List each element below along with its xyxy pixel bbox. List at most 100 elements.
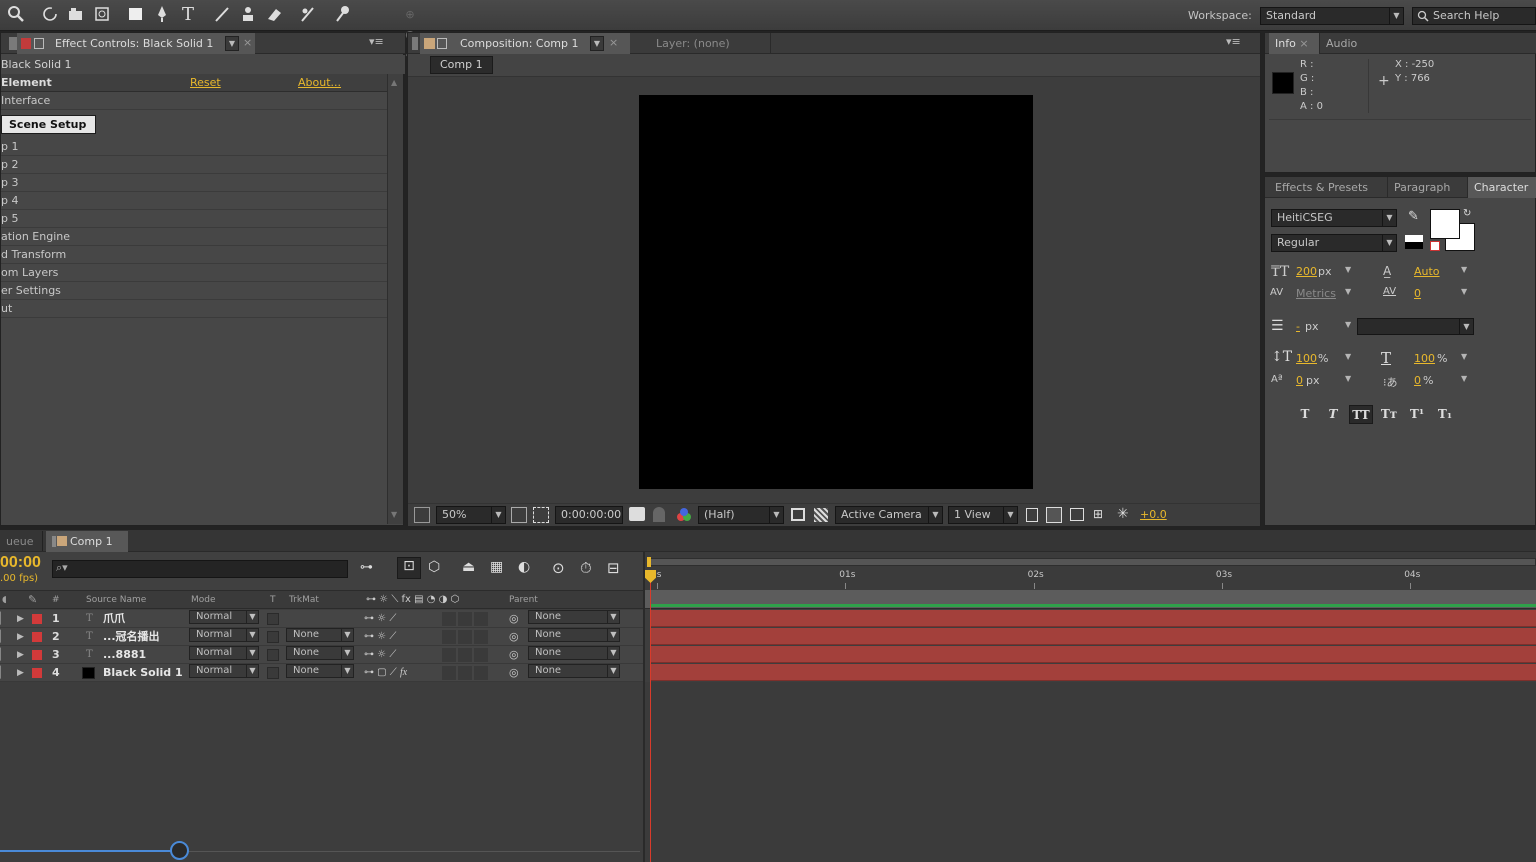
layer-duration-bar[interactable] [651, 628, 1536, 645]
visibility-toggle[interactable]: ▏ [0, 646, 8, 664]
comp-flow-tab[interactable]: Comp 1 [430, 56, 493, 74]
chevron-down-icon[interactable]: ▼ [1345, 374, 1351, 383]
mask-visibility-icon[interactable] [533, 507, 549, 523]
pan-behind-icon[interactable] [92, 5, 112, 25]
font-style-select[interactable]: Regular ▼ [1271, 234, 1397, 252]
layer-parent-select[interactable]: None ▼ [528, 664, 620, 678]
kerning-value[interactable]: Metrics [1296, 287, 1336, 300]
rotate-icon[interactable] [40, 5, 60, 25]
expand-triangle-icon[interactable]: ▶ [17, 610, 24, 628]
layer-duration-bar[interactable] [651, 610, 1536, 627]
draft-3d-icon[interactable]: ⬡ [428, 559, 440, 575]
snapshot-icon[interactable] [629, 507, 645, 521]
panel-menu-icon[interactable]: ▾≡ [1226, 35, 1241, 48]
layer-mode-select[interactable]: Normal ▼ [189, 628, 259, 642]
chevron-down-icon[interactable]: ▼ [1345, 265, 1351, 274]
scroll-up-icon[interactable]: ▲ [391, 78, 397, 87]
fill-color-swatch[interactable] [1430, 209, 1460, 239]
effect-property-row[interactable]: p 1 [1, 138, 387, 156]
layer-parent-select[interactable]: None ▼ [528, 610, 620, 624]
layer-row[interactable]: ▏ ▶ 1 T 爪爪 Normal ▼ ⊶ ☼ ⟋ ◎ None ▼ [0, 610, 645, 628]
visibility-toggle[interactable]: ▏ [0, 610, 8, 628]
expand-triangle-icon[interactable]: ▶ [17, 628, 24, 646]
chevron-down-icon[interactable]: ▼ [1461, 352, 1467, 361]
preserve-transparency-checkbox[interactable] [267, 613, 279, 625]
pixel-aspect-icon[interactable] [1026, 508, 1038, 522]
layer-parent-select[interactable]: None ▼ [528, 646, 620, 660]
layer-source-name[interactable]: 爪爪 [103, 610, 125, 628]
tab-audio[interactable]: Audio [1319, 33, 1363, 54]
puppet-pin-icon[interactable] [332, 5, 352, 25]
preserve-transparency-checkbox[interactable] [267, 667, 279, 679]
pickwhip-icon[interactable]: ◎ [509, 646, 519, 664]
effect-property-row[interactable]: p 3 [1, 174, 387, 192]
layer-switches[interactable]: ⊶ ☼ ⟋ [364, 610, 396, 628]
fast-preview-icon[interactable] [1046, 507, 1062, 523]
label-color-icon[interactable] [32, 668, 42, 678]
stroke-width-value[interactable]: - [1296, 320, 1300, 333]
eraser-icon[interactable] [264, 5, 284, 25]
layer-mode-select[interactable]: Normal ▼ [189, 610, 259, 624]
drag-grip-icon[interactable] [412, 37, 418, 50]
tsume-value[interactable]: 0 [1414, 374, 1421, 387]
label-color-icon[interactable] [32, 632, 42, 642]
camera-view-select[interactable]: Active Camera ▼ [835, 506, 943, 524]
font-size-value[interactable]: 200 [1296, 265, 1317, 278]
effect-property-row[interactable]: p 2 [1, 156, 387, 174]
camera-orbit-icon[interactable] [66, 5, 86, 25]
tab-render-queue[interactable]: ueue [0, 531, 39, 552]
visibility-toggle[interactable]: ▏ [0, 664, 8, 682]
effect-property-row[interactable]: ation Engine [1, 228, 387, 246]
drag-grip-icon[interactable] [9, 37, 17, 50]
workspace-select[interactable]: Standard ▼ [1260, 7, 1404, 25]
exposure-value[interactable]: +0.0 [1140, 508, 1167, 521]
chevron-down-icon[interactable]: ▼ [1461, 374, 1467, 383]
pickwhip-icon[interactable]: ◎ [509, 628, 519, 646]
effect-property-row[interactable]: ut [1, 300, 387, 318]
zoom-slider-track[interactable] [0, 850, 180, 852]
font-style-button[interactable]: T [1293, 405, 1317, 424]
show-snapshot-icon[interactable] [653, 507, 665, 522]
layer-source-name[interactable]: ...8881 [103, 646, 146, 664]
safe-zones-icon[interactable] [511, 507, 527, 523]
panel-menu-icon[interactable]: ▾≡ [369, 35, 384, 48]
preserve-transparency-checkbox[interactable] [267, 631, 279, 643]
layer-extra-switches[interactable] [442, 666, 488, 680]
magnification-select[interactable]: 50% ▼ [436, 506, 506, 524]
tab-paragraph[interactable]: Paragraph [1387, 177, 1456, 198]
motion-blur-icon[interactable]: ◐ [518, 559, 530, 575]
channel-icon[interactable] [676, 507, 692, 523]
layer-trkmat-select[interactable]: None ▼ [286, 628, 354, 642]
layer-switches[interactable]: ⊶ ☼ ⟋ [364, 628, 396, 646]
current-time-display[interactable]: 0:00:00:00 [555, 506, 623, 524]
navigator-start-handle[interactable] [647, 557, 651, 567]
layer-row[interactable]: ▏ ▶ 3 T ...8881 Normal ▼ None ▼ ⊶ ☼ ⟋ ◎ None ▼ [0, 646, 645, 664]
close-icon[interactable]: × [609, 36, 618, 49]
timeline-current-time[interactable]: 00:00 [0, 554, 41, 572]
pen-icon[interactable] [152, 5, 172, 25]
effect-property-row[interactable]: d Transform [1, 246, 387, 264]
comp-mini-flowchart-icon[interactable]: ⊶ [360, 560, 373, 575]
search-help-input[interactable]: Search Help [1412, 7, 1536, 25]
label-color-icon[interactable] [32, 650, 42, 660]
clone-stamp-icon[interactable] [238, 5, 258, 25]
pickwhip-icon[interactable]: ◎ [509, 610, 519, 628]
live-update-icon[interactable]: ⊡ [397, 557, 421, 579]
effect-property-row[interactable]: er Settings [1, 282, 387, 300]
reset-link[interactable]: Reset [190, 74, 221, 92]
vertical-scale-value[interactable]: 100 [1296, 352, 1317, 365]
layer-mode-select[interactable]: Normal ▼ [189, 664, 259, 678]
layer-source-name[interactable]: ...冠名播出 [103, 628, 160, 646]
layer-extra-switches[interactable] [442, 612, 488, 626]
effect-property-row[interactable]: om Layers [1, 264, 387, 282]
font-style-button[interactable]: T¹ [1405, 405, 1429, 424]
zoom-slider-handle[interactable] [170, 841, 189, 860]
col-source-name[interactable]: Source Name [86, 591, 146, 609]
transparency-grid-icon[interactable] [814, 508, 828, 522]
lock-icon[interactable] [437, 38, 447, 49]
tracking-value[interactable]: 0 [1414, 287, 1421, 300]
timeline-icon[interactable] [1070, 508, 1084, 521]
layer-trkmat-select[interactable]: None ▼ [286, 664, 354, 678]
view-layout-select[interactable]: 1 View ▼ [948, 506, 1018, 524]
layer-switches[interactable]: ⊶ ▢ ⟋ fx [364, 664, 407, 682]
